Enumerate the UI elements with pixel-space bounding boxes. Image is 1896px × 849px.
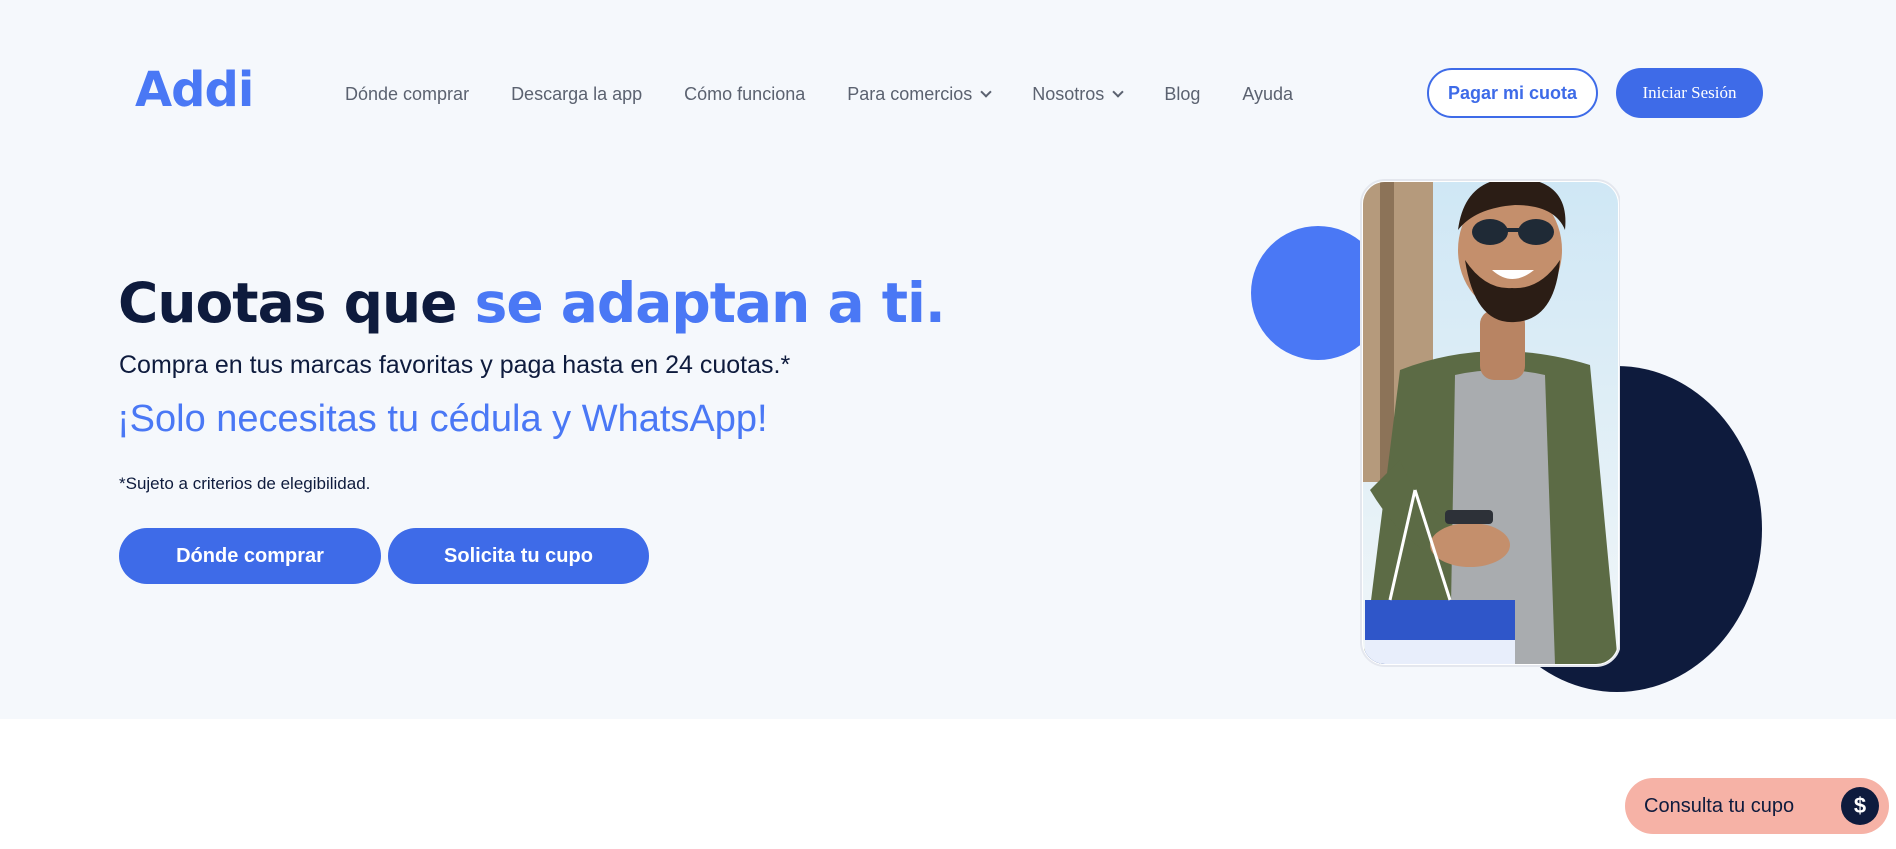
- login-button[interactable]: Iniciar Sesión: [1616, 68, 1763, 118]
- hero-title-main: Cuotas que: [118, 271, 475, 335]
- nav-label: Blog: [1164, 83, 1201, 104]
- eligibility-note: *Sujeto a criterios de elegibilidad.: [119, 474, 371, 493]
- where-to-buy-button[interactable]: Dónde comprar: [119, 528, 381, 584]
- nav-label: Descarga la app: [511, 83, 643, 104]
- check-credit-floating-button[interactable]: Consulta tu cupo $: [1625, 778, 1889, 834]
- chevron-down-icon: [980, 85, 992, 98]
- addi-logo[interactable]: Addi: [135, 62, 254, 118]
- dollar-coin-icon: $: [1841, 787, 1879, 825]
- hero-section: Addi Dónde comprar Descarga la app Cómo …: [0, 0, 1896, 719]
- nav-descarga-app[interactable]: Descarga la app: [511, 84, 642, 105]
- hero-subtitle: Compra en tus marcas favoritas y paga ha…: [119, 351, 791, 379]
- nav-donde-comprar[interactable]: Dónde comprar: [345, 84, 469, 105]
- nav-ayuda[interactable]: Ayuda: [1242, 84, 1293, 105]
- hero-title-accent: se adaptan a ti.: [474, 271, 946, 335]
- nav-para-comercios[interactable]: Para comercios: [847, 83, 992, 105]
- nav-label: Dónde comprar: [345, 83, 470, 104]
- nav-como-funciona[interactable]: Cómo funciona: [684, 84, 805, 105]
- nav-blog[interactable]: Blog: [1164, 84, 1200, 105]
- nav-label: Nosotros: [1032, 83, 1105, 104]
- nav-nosotros[interactable]: Nosotros: [1032, 83, 1124, 105]
- chevron-down-icon: [1112, 85, 1124, 98]
- request-credit-button[interactable]: Solicita tu cupo: [388, 528, 649, 584]
- hero-highlight: ¡Solo necesitas tu cédula y WhatsApp!: [117, 398, 768, 440]
- pay-installment-button[interactable]: Pagar mi cuota: [1427, 68, 1598, 118]
- main-nav: Dónde comprar Descarga la app Cómo funci…: [345, 80, 1335, 108]
- hero-photo-man-with-phone: [1360, 179, 1620, 667]
- hero-title: Cuotas que se adaptan a ti.: [118, 268, 946, 338]
- nav-label: Ayuda: [1242, 83, 1294, 104]
- float-label: Consulta tu cupo: [1644, 794, 1795, 817]
- nav-label: Para comercios: [847, 83, 973, 104]
- nav-label: Cómo funciona: [684, 83, 806, 104]
